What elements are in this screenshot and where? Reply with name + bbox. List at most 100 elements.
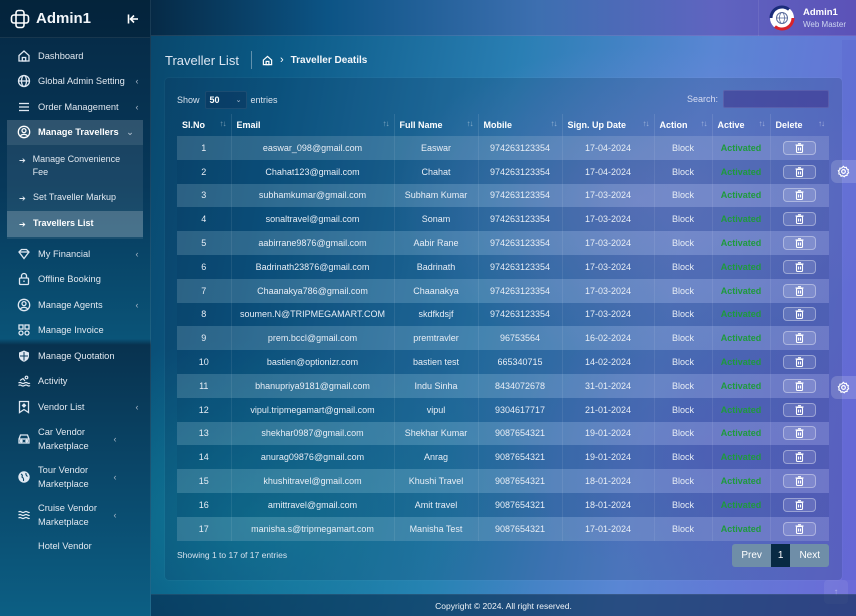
column-header-sl-no[interactable]: Sl.No ↑↓ xyxy=(177,114,232,136)
delete-button[interactable] xyxy=(783,307,817,322)
cell-sl-no: 7 xyxy=(177,278,232,303)
block-action-link[interactable]: Block xyxy=(654,159,713,184)
sidebar-item-manage-invoice[interactable]: Manage Invoice xyxy=(0,318,150,344)
block-action-link[interactable]: Block xyxy=(654,326,713,351)
sidebar-item-offline-booking[interactable]: Offline Booking xyxy=(0,267,150,293)
search-input[interactable] xyxy=(723,90,829,108)
column-header-signup-date[interactable]: Sign. Up Date ↑↓ xyxy=(562,114,655,136)
column-header-action[interactable]: Action ↑↓ xyxy=(654,114,713,136)
trash-icon xyxy=(795,428,804,439)
delete-button[interactable] xyxy=(783,355,817,370)
collapse-sidebar-icon[interactable] xyxy=(126,12,140,26)
delete-button[interactable] xyxy=(783,164,817,179)
delete-button[interactable] xyxy=(783,331,817,346)
submenu-item-set-traveller-markup[interactable]: ➔ Set Traveller Markup xyxy=(7,185,143,211)
trash-icon xyxy=(795,404,804,415)
cell-full-name: Badrinath xyxy=(394,254,479,279)
chevron-left-icon: ‹ xyxy=(135,401,139,412)
delete-button[interactable] xyxy=(783,259,817,274)
delete-button[interactable] xyxy=(783,402,817,417)
settings-toggle-button[interactable] xyxy=(831,160,856,183)
scrollbar[interactable] xyxy=(842,40,856,580)
cell-sl-no: 15 xyxy=(177,469,232,493)
block-action-link[interactable]: Block xyxy=(654,492,713,517)
trash-icon xyxy=(795,143,804,153)
sidebar-item-my-financial[interactable]: My Financial ‹ xyxy=(0,241,150,267)
sidebar-item-manage-quotation[interactable]: Manage Quotation xyxy=(0,343,150,369)
block-action-link[interactable]: Block xyxy=(654,254,713,279)
logo-icon xyxy=(10,9,30,28)
delete-button[interactable] xyxy=(783,188,817,203)
next-page-button[interactable]: Next xyxy=(790,544,829,567)
block-action-link[interactable]: Block xyxy=(654,278,713,303)
user-circle-icon xyxy=(17,298,31,312)
block-action-link[interactable]: Block xyxy=(654,350,713,374)
block-action-link[interactable]: Block xyxy=(654,373,713,398)
sidebar-item-activity[interactable]: Activity xyxy=(0,369,150,395)
block-action-link[interactable]: Block xyxy=(654,516,713,541)
breadcrumb-chevron-icon: › xyxy=(279,54,284,66)
sidebar-item-global-admin-setting[interactable]: Global Admin Setting ‹ xyxy=(0,69,150,95)
block-action-link[interactable]: Block xyxy=(654,421,713,446)
chevron-left-icon: ‹ xyxy=(135,101,139,112)
shield-icon xyxy=(19,350,29,362)
theme-settings-button[interactable] xyxy=(831,376,856,399)
table-row: 4 sonaltravel@gmail.com Sonam 974263123354 1… xyxy=(177,207,829,232)
delete-button[interactable] xyxy=(783,283,817,298)
chevron-left-icon: ‹ xyxy=(135,299,139,310)
status-badge: Activated xyxy=(712,302,771,327)
cell-sl-no: 14 xyxy=(177,445,232,470)
page-length-select[interactable]: 50 ⌄ xyxy=(204,91,247,109)
block-action-link[interactable]: Block xyxy=(654,207,713,232)
delete-button[interactable] xyxy=(783,450,817,465)
cell-email: anurag09876@gmail.com xyxy=(231,445,395,470)
block-action-link[interactable]: Block xyxy=(654,445,713,470)
block-action-link[interactable]: Block xyxy=(654,302,713,327)
column-header-delete[interactable]: Delete ↑↓ xyxy=(770,114,829,136)
page-1-button[interactable]: 1 xyxy=(770,544,791,567)
delete-button[interactable] xyxy=(783,521,817,536)
sidebar-item-manage-travellers[interactable]: Manage Travellers ⌄ xyxy=(7,119,143,145)
sidebar-item-order-management[interactable]: Order Management ‹ xyxy=(0,94,150,120)
column-header-email[interactable]: Email ↑↓ xyxy=(231,114,395,136)
sidebar-item-cruise-vendor-marketplace[interactable]: Cruise Vendor Marketplace ‹ xyxy=(0,496,150,534)
cell-delete xyxy=(770,207,829,232)
sidebar-item-vendor-list[interactable]: Vendor List ‹ xyxy=(0,394,150,420)
user-menu[interactable]: Admin1 Web Master xyxy=(758,0,856,36)
delete-button[interactable] xyxy=(783,474,817,489)
block-action-link[interactable]: Block xyxy=(654,183,713,208)
grid-icon xyxy=(18,324,30,336)
sidebar-item-hotel-vendor[interactable]: Hotel Vendor xyxy=(0,534,150,560)
submenu-item-manage-convenience-fee[interactable]: ➔ Manage Convenience Fee xyxy=(7,147,143,185)
block-action-link[interactable]: Block xyxy=(654,231,713,255)
breadcrumb-home-icon[interactable] xyxy=(262,55,273,66)
delete-button[interactable] xyxy=(783,378,817,393)
status-badge: Activated xyxy=(712,350,771,374)
delete-button[interactable] xyxy=(783,212,817,227)
trash-icon xyxy=(795,333,804,344)
lock-icon xyxy=(18,273,30,286)
column-header-mobile[interactable]: Mobile ↑↓ xyxy=(478,114,563,136)
gear-icon xyxy=(837,165,850,178)
delete-button[interactable] xyxy=(783,497,817,512)
delete-button[interactable] xyxy=(783,236,817,251)
sidebar-item-dashboard[interactable]: Dashboard xyxy=(0,43,150,69)
sidebar-item-manage-agents[interactable]: Manage Agents ‹ xyxy=(0,292,150,318)
cell-mobile: 9087654321 xyxy=(478,469,563,493)
cell-signup-date: 19-01-2024 xyxy=(562,421,655,446)
block-action-link[interactable]: Block xyxy=(654,136,713,160)
table-row: 2 Chahat123@gmail.com Chahat 974263123354 17… xyxy=(177,159,829,184)
block-action-link[interactable]: Block xyxy=(654,469,713,493)
status-badge: Activated xyxy=(712,183,771,208)
sidebar-item-tour-vendor-marketplace[interactable]: Tour Vendor Marketplace ‹ xyxy=(0,458,150,496)
prev-page-button[interactable]: Prev xyxy=(732,544,771,567)
trash-icon xyxy=(795,285,804,296)
cell-delete xyxy=(770,278,829,303)
column-header-active[interactable]: Active ↑↓ xyxy=(712,114,771,136)
sidebar-item-car-vendor-marketplace[interactable]: Car Vendor Marketplace ‹ xyxy=(0,420,150,458)
submenu-item-travellers-list[interactable]: ➔ Travellers List xyxy=(7,211,143,237)
column-header-full-name[interactable]: Full Name ↑↓ xyxy=(394,114,479,136)
delete-button[interactable] xyxy=(783,426,817,441)
delete-button[interactable] xyxy=(783,140,817,155)
block-action-link[interactable]: Block xyxy=(654,397,713,422)
